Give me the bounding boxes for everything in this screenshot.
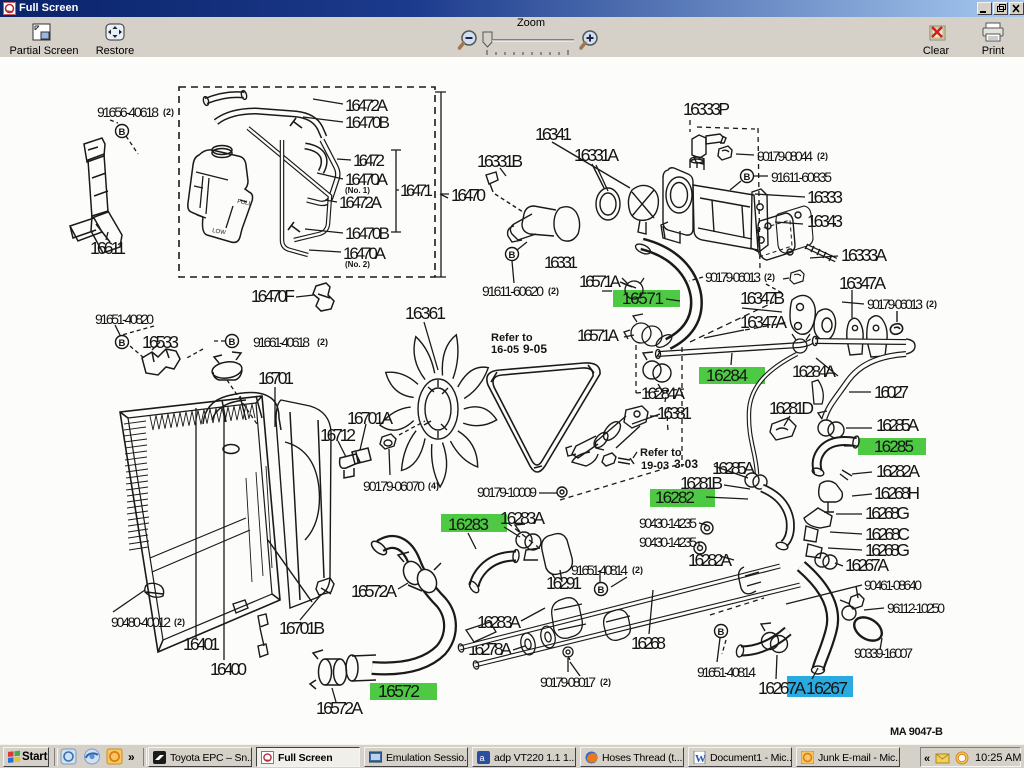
svg-text:16268G: 16268G	[865, 503, 910, 523]
svg-text:B: B	[229, 337, 236, 348]
svg-text:(2): (2)	[632, 565, 643, 575]
svg-text:16027: 16027	[874, 382, 909, 402]
svg-text:16283: 16283	[448, 515, 489, 534]
svg-text:W: W	[695, 753, 706, 764]
svg-text:»: »	[128, 750, 135, 764]
svg-text:3-03: 3-03	[674, 457, 698, 471]
svg-text:16533: 16533	[142, 332, 179, 352]
svg-text:9-05: 9-05	[523, 342, 547, 356]
svg-text:16470B: 16470B	[345, 224, 390, 243]
svg-text:16400: 16400	[210, 659, 247, 679]
svg-text:90179-06070: 90179-06070	[363, 478, 425, 494]
svg-text:16572: 16572	[378, 681, 420, 701]
svg-text:90179-06013: 90179-06013	[867, 296, 923, 312]
svg-text:16571A: 16571A	[579, 272, 622, 291]
svg-text:91656-40618: 91656-40618	[97, 104, 159, 120]
svg-text:16333P: 16333P	[683, 99, 730, 119]
svg-text:16285: 16285	[874, 437, 914, 456]
svg-text:90339-16007: 90339-16007	[854, 645, 913, 661]
svg-text:16282A: 16282A	[688, 550, 732, 570]
svg-text:16572A: 16572A	[351, 581, 397, 601]
svg-text:16268H: 16268H	[874, 483, 920, 503]
svg-text:«: «	[924, 753, 930, 765]
svg-text:96112-10250: 96112-10250	[887, 600, 945, 616]
svg-text:(2): (2)	[764, 272, 775, 282]
svg-text:91651-40820: 91651-40820	[95, 311, 154, 327]
svg-text:16267: 16267	[806, 678, 848, 698]
svg-text:B: B	[509, 250, 516, 261]
svg-text:16347A: 16347A	[839, 273, 886, 293]
svg-text:16470F: 16470F	[251, 286, 295, 306]
svg-text:91651-40814: 91651-40814	[697, 664, 756, 680]
svg-text:(2): (2)	[817, 151, 828, 161]
svg-text:16401: 16401	[183, 634, 220, 654]
svg-text:16281D: 16281D	[769, 398, 814, 418]
svg-text:16283A: 16283A	[477, 612, 521, 632]
svg-text:B: B	[718, 627, 725, 638]
svg-text:16331A: 16331A	[574, 145, 619, 165]
svg-text:16701B: 16701B	[279, 618, 325, 638]
svg-text:16571A: 16571A	[577, 326, 620, 345]
svg-text:B: B	[119, 338, 126, 349]
svg-text:FULL: FULL	[237, 199, 253, 208]
svg-text:16282A: 16282A	[876, 461, 920, 481]
svg-text:B: B	[744, 172, 751, 183]
svg-text:16333: 16333	[807, 187, 843, 207]
svg-text:19-03: 19-03	[641, 460, 669, 472]
svg-text:16331: 16331	[544, 253, 578, 272]
svg-text:16282: 16282	[655, 488, 695, 507]
svg-text:90179-10009: 90179-10009	[477, 484, 537, 500]
svg-text:90461-08640: 90461-08640	[864, 577, 922, 593]
svg-text:16361: 16361	[405, 303, 446, 323]
svg-text:91611-60620: 91611-60620	[482, 283, 544, 299]
svg-text:(2): (2)	[926, 299, 937, 309]
svg-text:16701: 16701	[258, 368, 294, 388]
svg-text:16472A: 16472A	[339, 193, 383, 212]
svg-text:16283A: 16283A	[500, 508, 545, 528]
svg-text:90179-08044: 90179-08044	[757, 148, 813, 164]
svg-text:16471: 16471	[400, 181, 433, 200]
svg-text:(No. 2): (No. 2)	[345, 260, 370, 269]
svg-text:16267A: 16267A	[845, 555, 889, 575]
svg-text:16470: 16470	[451, 185, 486, 205]
svg-text:90480-40012: 90480-40012	[111, 614, 171, 630]
svg-text:90179-06013: 90179-06013	[705, 269, 761, 285]
svg-text:90430-14235: 90430-14235	[639, 515, 697, 531]
svg-text:(2): (2)	[548, 286, 559, 296]
svg-text:16472: 16472	[353, 151, 385, 170]
svg-text:(2): (2)	[163, 107, 174, 117]
svg-text:16-05: 16-05	[491, 344, 519, 356]
svg-text:91661-40618: 91661-40618	[253, 334, 310, 350]
svg-text:16268: 16268	[631, 633, 666, 653]
svg-text:(2): (2)	[317, 337, 328, 347]
svg-text:16267A: 16267A	[758, 678, 806, 698]
svg-text:a: a	[480, 753, 485, 763]
svg-text:B: B	[598, 585, 605, 596]
svg-text:16284A: 16284A	[792, 362, 837, 381]
svg-text:16285A: 16285A	[876, 415, 919, 435]
svg-text:LOW: LOW	[212, 228, 227, 236]
svg-text:91611-60835: 91611-60835	[771, 169, 832, 185]
svg-text:(2): (2)	[174, 617, 185, 627]
svg-text:16284: 16284	[706, 366, 748, 385]
svg-text:16470B: 16470B	[345, 113, 390, 132]
svg-text:16341: 16341	[535, 124, 572, 144]
svg-text:16381: 16381	[657, 403, 692, 423]
svg-text:B: B	[119, 127, 126, 138]
svg-text:16333A: 16333A	[841, 245, 887, 265]
svg-text:16572A: 16572A	[316, 698, 363, 718]
svg-text:90179-08017: 90179-08017	[540, 674, 596, 690]
svg-text:(2): (2)	[600, 677, 611, 687]
svg-text:MA 9047-B: MA 9047-B	[890, 726, 943, 738]
svg-text:90430-14235: 90430-14235	[639, 534, 697, 550]
